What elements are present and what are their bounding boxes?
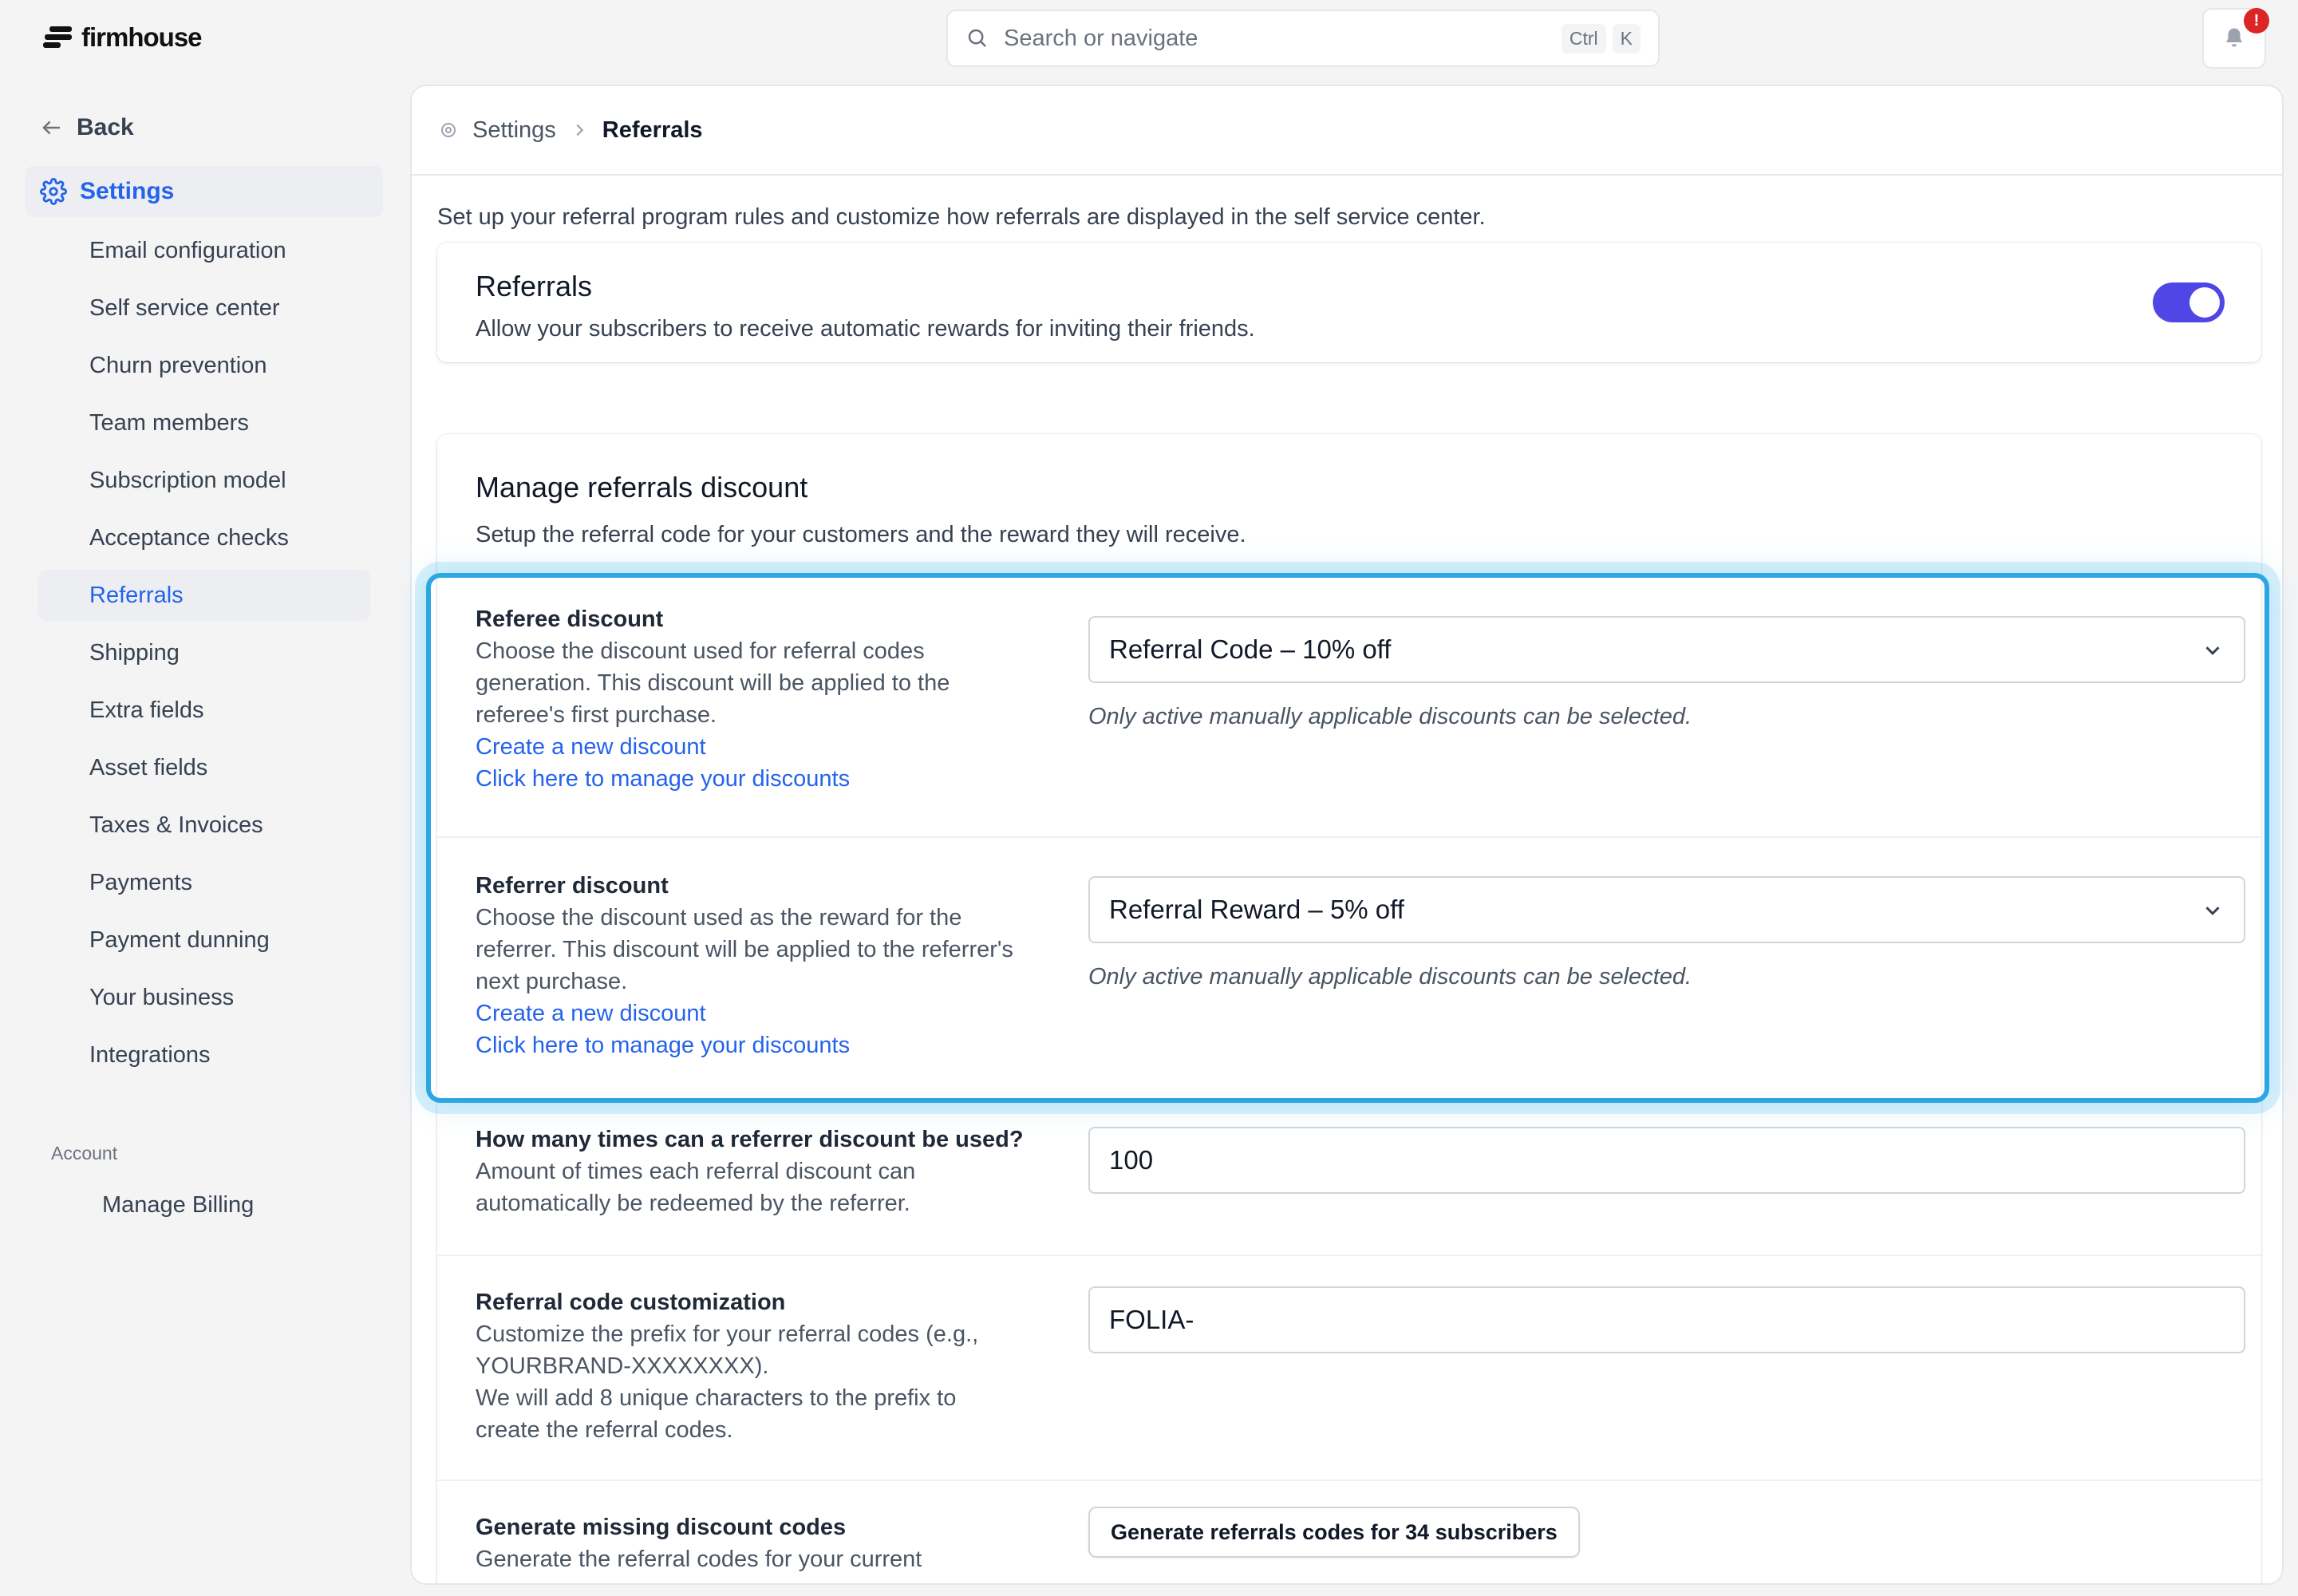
chevron-down-icon: [2205, 646, 2220, 655]
sidebar-item-shipping[interactable]: Shipping: [38, 627, 370, 678]
referee-discount-label: Referee discount: [476, 606, 664, 632]
sidebar-item-self-service-center[interactable]: Self service center: [38, 282, 370, 334]
back-label: Back: [77, 114, 134, 140]
sidebar-item-referrals[interactable]: Referrals: [38, 570, 370, 621]
brand-name: firmhouse: [81, 22, 203, 52]
referrals-card-description: Allow your subscribers to receive automa…: [476, 316, 1255, 342]
chevron-down-icon: [2205, 907, 2220, 915]
manage-discount-card: Manage referrals discount Setup the refe…: [437, 434, 2261, 1583]
sidebar-item-taxes-invoices[interactable]: Taxes & Invoices: [38, 800, 370, 851]
referrer-discount-row: Referrer discount Choose the discount us…: [437, 836, 2261, 1093]
bell-icon: [2226, 28, 2242, 47]
code-customization-text: Referral code customization Customize th…: [476, 1286, 1050, 1446]
sidebar-item-churn-prevention[interactable]: Churn prevention: [38, 340, 370, 391]
usage-limit-input[interactable]: 100: [1088, 1127, 2245, 1194]
referee-discount-selected: Referral Code – 10% off: [1109, 634, 1392, 664]
sidebar-item-your-business[interactable]: Your business: [38, 972, 370, 1023]
referrals-card: Referrals Allow your subscribers to rece…: [437, 243, 2261, 362]
referee-discount-text: Referee discount Choose the discount use…: [476, 603, 1050, 795]
sidebar-item-payment-dunning[interactable]: Payment dunning: [38, 915, 370, 966]
referrer-discount-select[interactable]: Referral Reward – 5% off: [1088, 876, 2245, 943]
sidebar-item-settings[interactable]: Settings: [26, 166, 383, 217]
referee-discount-help-3: referee's first purchase.: [476, 702, 717, 728]
usage-limit-help-2: automatically be redeemed by the referre…: [476, 1191, 910, 1216]
referrer-create-discount-link[interactable]: Create a new discount: [476, 998, 1050, 1029]
code-customization-help-2: YOURBRAND-XXXXXXXX).: [476, 1353, 769, 1379]
usage-limit-label: How many times can a referrer discount b…: [476, 1127, 1024, 1152]
generate-codes-help-1: Generate the referral codes for your cur…: [476, 1547, 922, 1572]
referee-manage-discounts-link[interactable]: Click here to manage your discounts: [476, 763, 1050, 795]
chevron-right-icon: [576, 124, 584, 136]
referee-discount-hint: Only active manually applicable discount…: [1088, 704, 1692, 729]
code-customization-help-1: Customize the prefix for your referral c…: [476, 1321, 979, 1347]
code-customization-help-3: We will add 8 unique characters to the p…: [476, 1385, 957, 1411]
referrer-discount-label: Referrer discount: [476, 873, 669, 899]
usage-limit-row: How many times can a referrer discount b…: [437, 1093, 2261, 1248]
account-heading: Account: [51, 1143, 118, 1163]
notification-badge: !: [2244, 8, 2269, 34]
code-customization-help-4: create the referral codes.: [476, 1417, 733, 1443]
search-icon: [968, 29, 986, 47]
referrals-toggle[interactable]: [2153, 282, 2225, 322]
usage-limit-help-1: Amount of times each referral discount c…: [476, 1159, 916, 1184]
shortcut-k-key: K: [1612, 23, 1641, 53]
page-intro: Set up your referral program rules and c…: [437, 204, 1486, 230]
sidebar-item-subscription-model[interactable]: Subscription model: [38, 455, 370, 506]
code-customization-row: Referral code customization Customize th…: [437, 1254, 2261, 1479]
notifications-button[interactable]: !: [2202, 8, 2269, 69]
referrer-discount-help-2: referrer. This discount will be applied …: [476, 937, 1013, 962]
generate-codes-row: Generate missing discount codes Generate…: [437, 1479, 2261, 1583]
referrer-discount-help-1: Choose the discount used as the reward f…: [476, 905, 962, 930]
referee-discount-select[interactable]: Referral Code – 10% off: [1088, 616, 2245, 683]
search-placeholder: Search or navigate: [1004, 25, 1198, 51]
gear-icon: [441, 123, 456, 137]
referrer-discount-hint: Only active manually applicable discount…: [1088, 964, 1692, 990]
sidebar-item-email-configuration[interactable]: Email configuration: [38, 225, 370, 276]
generate-codes-label: Generate missing discount codes: [476, 1515, 847, 1540]
search-input[interactable]: Search or navigate Ctrl K: [946, 10, 1660, 67]
sidebar-item-acceptance-checks[interactable]: Acceptance checks: [38, 512, 370, 563]
usage-limit-text: How many times can a referrer discount b…: [476, 1124, 1050, 1219]
back-link[interactable]: Back: [40, 112, 134, 144]
breadcrumb: Settings Referrals: [412, 86, 2282, 176]
code-prefix-input[interactable]: FOLIA-: [1088, 1286, 2245, 1353]
referrer-manage-discounts-link[interactable]: Click here to manage your discounts: [476, 1029, 1050, 1061]
sidebar-item-manage-billing[interactable]: Manage Billing: [102, 1192, 254, 1219]
generate-codes-text: Generate missing discount codes Generate…: [476, 1511, 1050, 1575]
arrow-left-icon: [42, 120, 60, 135]
referrer-discount-text: Referrer discount Choose the discount us…: [476, 870, 1050, 1061]
settings-submenu: Email configuration Self service center …: [38, 225, 370, 1087]
referee-discount-help-2: generation. This discount will be applie…: [476, 670, 950, 696]
referee-discount-row: Referee discount Choose the discount use…: [437, 578, 2261, 835]
manage-discount-description: Setup the referral code for your custome…: [476, 522, 1246, 547]
sidebar-item-team-members[interactable]: Team members: [38, 397, 370, 448]
gear-icon: [40, 178, 67, 205]
toggle-knob: [2189, 287, 2220, 318]
main-panel: Settings Referrals Set up your referral …: [410, 85, 2284, 1585]
breadcrumb-current: Referrals: [602, 117, 703, 143]
sidebar-item-extra-fields[interactable]: Extra fields: [38, 685, 370, 736]
code-customization-label: Referral code customization: [476, 1290, 786, 1315]
firmhouse-logo-icon: [43, 25, 73, 50]
firmhouse-logo[interactable]: firmhouse: [43, 21, 203, 54]
sidebar-item-asset-fields[interactable]: Asset fields: [38, 742, 370, 793]
sidebar-item-payments[interactable]: Payments: [38, 857, 370, 908]
referee-discount-help-1: Choose the discount used for referral co…: [476, 638, 925, 664]
generate-codes-button[interactable]: Generate referrals codes for 34 subscrib…: [1088, 1507, 1580, 1558]
referrals-card-title: Referrals: [476, 270, 593, 302]
referee-create-discount-link[interactable]: Create a new discount: [476, 731, 1050, 763]
breadcrumb-settings[interactable]: Settings: [472, 117, 556, 144]
sidebar-item-integrations[interactable]: Integrations: [38, 1029, 370, 1080]
referrer-discount-help-3: next purchase.: [476, 969, 628, 994]
manage-discount-title: Manage referrals discount: [476, 471, 808, 504]
referrer-discount-selected: Referral Reward – 5% off: [1109, 895, 1404, 924]
shortcut-ctrl-key: Ctrl: [1561, 23, 1606, 53]
settings-label: Settings: [80, 178, 175, 204]
